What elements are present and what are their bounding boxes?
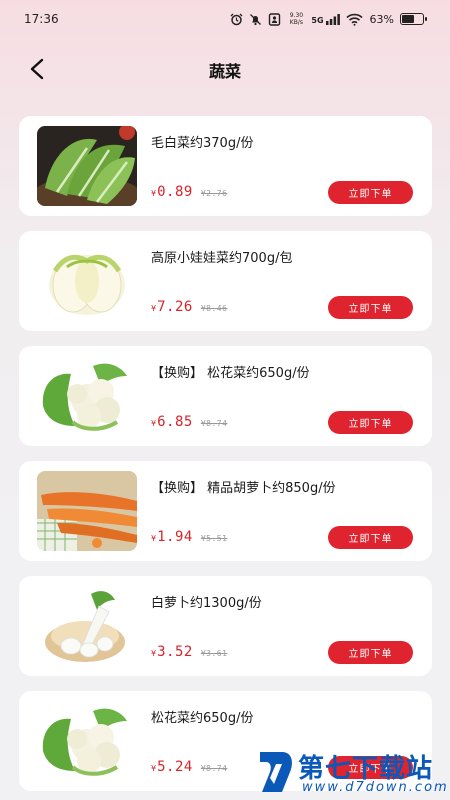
d7-logo-icon bbox=[260, 752, 292, 792]
order-now-button[interactable]: 立即下单 bbox=[328, 181, 413, 204]
status-bar: 17:36 9.30 KB/s 5G 63% bbox=[0, 0, 450, 38]
net-speed: 9.30 KB/s bbox=[289, 12, 304, 26]
order-now-button[interactable]: 立即下单 bbox=[328, 296, 413, 319]
product-card[interactable]: 高原小娃娃菜约700g/包 ¥ 7.26 ¥8.46 立即下单 bbox=[19, 231, 432, 331]
current-price: 5.24 bbox=[157, 759, 193, 775]
product-name: 白萝卜约1300g/份 bbox=[151, 596, 262, 611]
product-image-baby-cabbage bbox=[37, 241, 137, 321]
battery-icon bbox=[400, 13, 427, 25]
product-name: 【换购】 松花菜约650g/份 bbox=[151, 366, 310, 381]
current-price: 3.52 bbox=[157, 644, 193, 660]
original-price: ¥8.74 bbox=[200, 764, 228, 773]
product-image-cauliflower bbox=[37, 701, 137, 781]
product-card[interactable]: 毛白菜约370g/份 ¥ 0.89 ¥2.76 立即下单 bbox=[19, 116, 432, 216]
status-time: 17:36 bbox=[24, 12, 59, 26]
currency-symbol: ¥ bbox=[151, 764, 157, 773]
price-row: ¥ 7.26 ¥8.46 bbox=[151, 299, 227, 315]
site-watermark: 第七下载站 www.d7down.com bbox=[254, 746, 450, 800]
order-now-button[interactable]: 立即下单 bbox=[328, 641, 413, 664]
header: 蔬菜 bbox=[0, 48, 450, 90]
wifi-icon bbox=[346, 13, 364, 26]
price-row: ¥ 1.94 ¥5.51 bbox=[151, 529, 227, 545]
currency-symbol: ¥ bbox=[151, 649, 157, 658]
product-image-napa-cabbage bbox=[37, 126, 137, 206]
alarm-icon bbox=[230, 13, 243, 26]
original-price: ¥5.51 bbox=[200, 534, 228, 543]
battery-level bbox=[402, 15, 414, 23]
original-price: ¥8.74 bbox=[200, 419, 228, 428]
price-row: ¥ 6.85 ¥8.74 bbox=[151, 414, 227, 430]
currency-symbol: ¥ bbox=[151, 189, 157, 198]
product-list: 毛白菜约370g/份 ¥ 0.89 ¥2.76 立即下单 高原小娃娃菜约700g… bbox=[19, 116, 432, 800]
price-row: ¥ 0.89 ¥2.76 bbox=[151, 184, 227, 200]
product-name: 高原小娃娃菜约700g/包 bbox=[151, 251, 293, 266]
currency-symbol: ¥ bbox=[151, 304, 157, 313]
signal-icon: 5G bbox=[311, 13, 340, 25]
current-price: 0.89 bbox=[157, 184, 193, 200]
price-row: ¥ 3.52 ¥3.61 bbox=[151, 644, 227, 660]
page-title: 蔬菜 bbox=[208, 62, 241, 81]
product-card[interactable]: 【换购】 松花菜约650g/份 ¥ 6.85 ¥8.74 立即下单 bbox=[19, 346, 432, 446]
currency-symbol: ¥ bbox=[151, 534, 157, 543]
current-price: 6.85 bbox=[157, 414, 193, 430]
product-image-carrots bbox=[37, 471, 137, 551]
original-price: ¥8.46 bbox=[200, 304, 228, 313]
product-name: 毛白菜约370g/份 bbox=[151, 136, 254, 151]
product-image-white-radish bbox=[37, 586, 137, 666]
product-name: 【换购】 精品胡萝卜约850g/份 bbox=[151, 481, 336, 496]
price-row: ¥ 5.24 ¥8.74 bbox=[151, 759, 227, 775]
product-card[interactable]: 【换购】 精品胡萝卜约850g/份 ¥ 1.94 ¥5.51 立即下单 bbox=[19, 461, 432, 561]
mute-bell-icon bbox=[249, 13, 262, 26]
currency-symbol: ¥ bbox=[151, 419, 157, 428]
current-price: 7.26 bbox=[157, 299, 193, 315]
order-now-button[interactable]: 立即下单 bbox=[328, 411, 413, 434]
watermark-url: www.d7down.com bbox=[302, 780, 449, 795]
order-now-button[interactable]: 立即下单 bbox=[328, 526, 413, 549]
product-image-cauliflower bbox=[37, 356, 137, 436]
current-price: 1.94 bbox=[157, 529, 193, 545]
battery-percent: 63% bbox=[369, 12, 394, 26]
product-card[interactable]: 白萝卜约1300g/份 ¥ 3.52 ¥3.61 立即下单 bbox=[19, 576, 432, 676]
status-icons: 9.30 KB/s 5G 63% bbox=[230, 12, 427, 26]
original-price: ¥2.76 bbox=[200, 189, 228, 198]
product-name: 松花菜约650g/份 bbox=[151, 711, 254, 726]
original-price: ¥3.61 bbox=[200, 649, 228, 658]
contact-card-icon bbox=[268, 12, 281, 26]
